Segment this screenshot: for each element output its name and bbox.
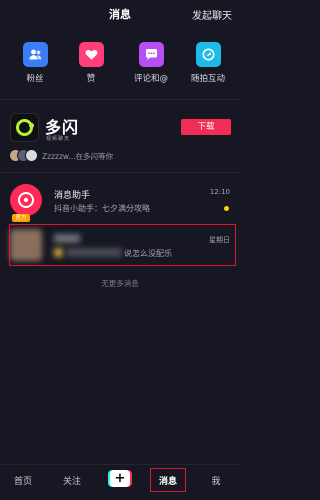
fans-icon bbox=[22, 42, 48, 67]
assistant-avatar bbox=[10, 184, 42, 216]
conversation-preview: 抖音小助手：七夕满分攻略 bbox=[54, 204, 150, 213]
create-button[interactable]: + bbox=[108, 470, 132, 487]
divider bbox=[0, 99, 240, 100]
quick-action-likes[interactable]: 赞 bbox=[63, 42, 119, 84]
promo-waiting-text: Zzzzzw...在多闪等你 bbox=[42, 152, 113, 161]
promo-subtitle: 视频聊天 bbox=[46, 136, 71, 142]
assistant-bell-icon bbox=[18, 192, 34, 208]
quick-actions: 粉丝 赞 评论和@ 随拍互动 bbox=[0, 42, 240, 92]
tab-following[interactable]: 关注 bbox=[52, 474, 92, 487]
official-badge: 官方 bbox=[12, 214, 30, 222]
avatar bbox=[25, 149, 38, 162]
heart-icon bbox=[78, 42, 104, 67]
highlight-annotation bbox=[9, 224, 236, 266]
comment-icon bbox=[138, 42, 164, 67]
no-more-messages: 无更多消息 bbox=[101, 279, 139, 288]
quick-action-label: 赞 bbox=[86, 74, 96, 84]
duoshan-logo bbox=[10, 113, 39, 142]
quick-action-label: 粉丝 bbox=[26, 74, 44, 84]
quick-action-comments[interactable]: 评论和@ bbox=[123, 42, 179, 84]
camera-interact-icon bbox=[195, 42, 221, 67]
divider bbox=[0, 172, 240, 173]
plus-icon: + bbox=[110, 470, 130, 487]
start-chat-button[interactable]: 发起聊天 bbox=[192, 7, 232, 22]
tab-me[interactable]: 我 bbox=[196, 474, 236, 487]
conversation-message-assistant[interactable]: 官方 消息助手 抖音小助手：七夕满分攻略 12:10 bbox=[0, 180, 240, 222]
quick-action-label: 随拍互动 bbox=[190, 74, 225, 84]
quick-action-fans[interactable]: 粉丝 bbox=[7, 42, 63, 84]
quick-action-label: 评论和@ bbox=[133, 74, 168, 84]
friend-avatars bbox=[9, 149, 38, 162]
conversation-time: 12:10 bbox=[209, 188, 230, 196]
conversation-name: 消息助手 bbox=[54, 191, 91, 201]
unread-dot bbox=[224, 206, 229, 211]
tab-home[interactable]: 首页 bbox=[3, 474, 43, 487]
quick-action-interact[interactable]: 随拍互动 bbox=[180, 42, 236, 84]
highlight-annotation bbox=[150, 468, 186, 492]
bottom-tab-bar: 首页 关注 + 消息 我 bbox=[0, 464, 240, 500]
download-button[interactable]: 下载 bbox=[181, 119, 231, 135]
duoshan-promo: 多闪 视频聊天 下载 Zzzzzw...在多闪等你 bbox=[0, 108, 240, 170]
top-bar: 消息 发起聊天 bbox=[0, 0, 240, 28]
